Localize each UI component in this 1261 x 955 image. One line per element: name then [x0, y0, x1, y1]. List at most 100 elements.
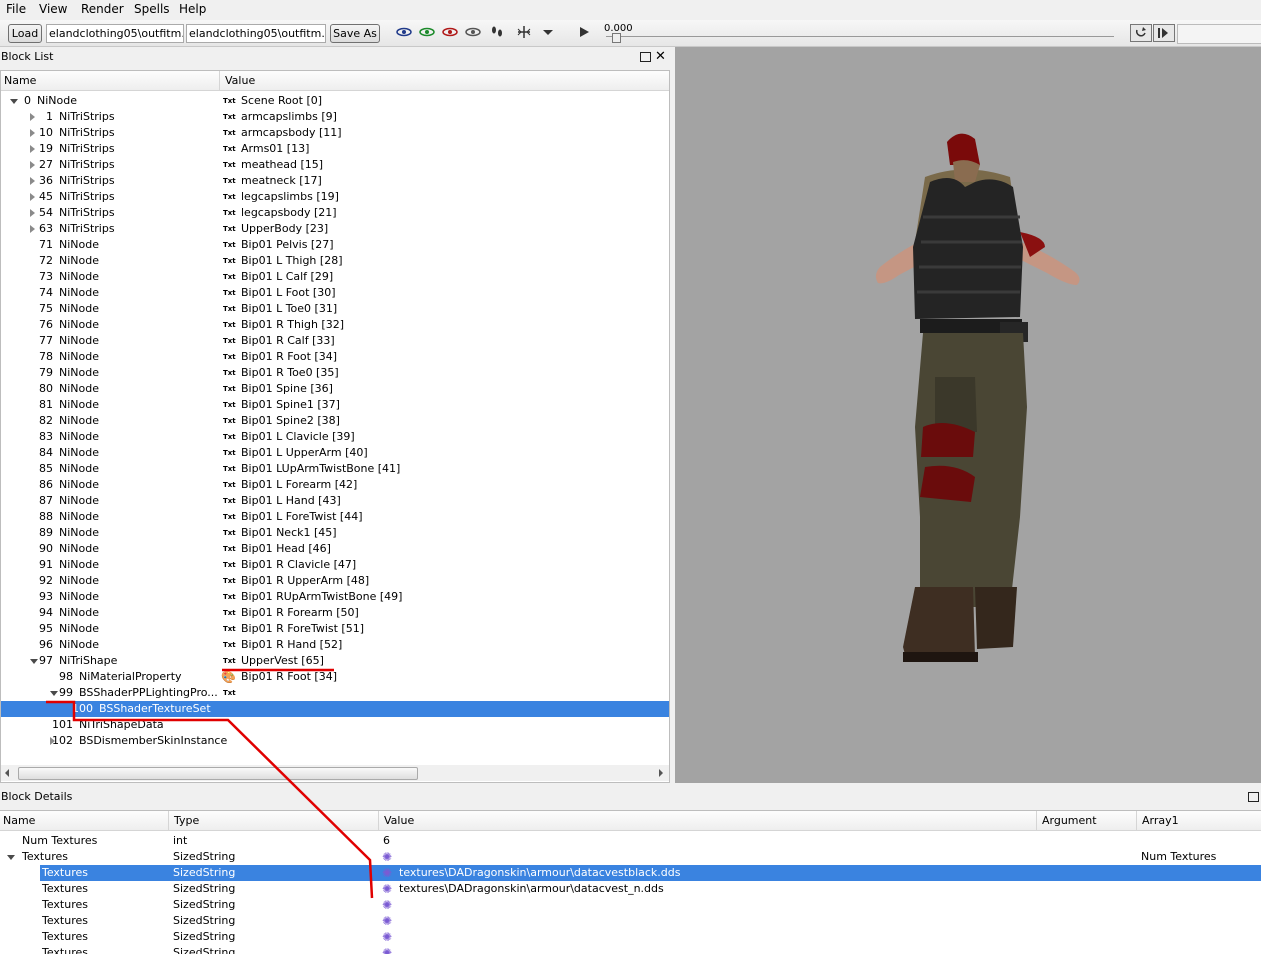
tree-row[interactable]: 73 NiNode Txt Bip01 L Calf [29]	[1, 269, 669, 285]
timeline-slider[interactable]	[606, 36, 1114, 37]
scroll-left-icon[interactable]	[5, 769, 9, 777]
load-path-field[interactable]: elandclothing05\outfitm.nif	[46, 24, 184, 43]
detail-row[interactable]: Textures SizedString ✺	[0, 913, 1261, 929]
tree-row[interactable]: 72 NiNode Txt Bip01 L Thigh [28]	[1, 253, 669, 269]
tree-row[interactable]: 63 NiTriStrips Txt UpperBody [23]	[1, 221, 669, 237]
tree-row[interactable]: 79 NiNode Txt Bip01 R Toe0 [35]	[1, 365, 669, 381]
tree-row[interactable]: 85 NiNode Txt Bip01 LUpArmTwistBone [41]	[1, 461, 669, 477]
menu-help[interactable]: Help	[179, 2, 206, 16]
tree-collapsed-icon[interactable]	[30, 193, 35, 201]
tree-row[interactable]: 89 NiNode Txt Bip01 Neck1 [45]	[1, 525, 669, 541]
detail-row[interactable]: Textures SizedString ✺	[0, 929, 1261, 945]
scroll-thumb[interactable]	[18, 767, 418, 780]
loop-icon[interactable]	[1130, 24, 1152, 42]
tree-expanded-icon[interactable]	[50, 691, 58, 696]
details-col-type[interactable]: Type	[174, 814, 199, 827]
tree-row[interactable]: 0 NiNode Txt Scene Root [0]	[1, 93, 669, 109]
tree-row[interactable]: 88 NiNode Txt Bip01 L ForeTwist [44]	[1, 509, 669, 525]
tree-row[interactable]: 86 NiNode Txt Bip01 L Forearm [42]	[1, 477, 669, 493]
tree-row[interactable]: 80 NiNode Txt Bip01 Spine [36]	[1, 381, 669, 397]
col-value-header[interactable]: Value	[225, 74, 255, 87]
tree-expanded-icon[interactable]	[7, 855, 15, 860]
details-col-array1[interactable]: Array1	[1142, 814, 1179, 827]
tree-collapsed-icon[interactable]	[30, 113, 35, 121]
tree-row[interactable]: 81 NiNode Txt Bip01 Spine1 [37]	[1, 397, 669, 413]
tree-row[interactable]: 100 BSShaderTextureSet	[1, 701, 669, 717]
details-col-argument[interactable]: Argument	[1042, 814, 1097, 827]
tree-collapsed-icon[interactable]	[30, 209, 35, 217]
tree-row[interactable]: 71 NiNode Txt Bip01 Pelvis [27]	[1, 237, 669, 253]
detail-row[interactable]: Textures SizedString ✺ textures\DADragonski…	[0, 865, 1261, 881]
tree-expanded-icon[interactable]	[10, 99, 18, 104]
tree-row[interactable]: 95 NiNode Txt Bip01 R ForeTwist [51]	[1, 621, 669, 637]
float-icon[interactable]	[640, 52, 651, 62]
tree-expanded-icon[interactable]	[30, 659, 38, 664]
tree-row[interactable]: 76 NiNode Txt Bip01 R Thigh [32]	[1, 317, 669, 333]
block-value: Arms01 [13]	[241, 142, 310, 155]
tree-row[interactable]: 90 NiNode Txt Bip01 Head [46]	[1, 541, 669, 557]
detail-row[interactable]: Num Textures int 6	[0, 833, 1261, 849]
menu-spells[interactable]: Spells	[134, 2, 170, 16]
play-icon[interactable]	[576, 25, 592, 39]
detail-row[interactable]: Textures SizedString ✺ textures\DADragonski…	[0, 881, 1261, 897]
footprints-icon[interactable]	[489, 25, 505, 39]
tree-row[interactable]: 101 NiTriShapeData	[1, 717, 669, 733]
tree-row[interactable]: 99 BSShaderPPLightingPro... Txt	[1, 685, 669, 701]
tree-collapsed-icon[interactable]	[30, 161, 35, 169]
tree-row[interactable]: 83 NiNode Txt Bip01 L Clavicle [39]	[1, 429, 669, 445]
menu-view[interactable]: View	[39, 2, 67, 16]
tree-row[interactable]: 98 NiMaterialProperty 🎨 Bip01 R Foot [34]	[1, 669, 669, 685]
tree-row[interactable]: 91 NiNode Txt Bip01 R Clavicle [47]	[1, 557, 669, 573]
tree-collapsed-icon[interactable]	[30, 145, 35, 153]
tree-row[interactable]: 74 NiNode Txt Bip01 L Foot [30]	[1, 285, 669, 301]
tree-collapsed-icon[interactable]	[30, 225, 35, 233]
tree-row[interactable]: 10 NiTriStrips Txt armcapsbody [11]	[1, 125, 669, 141]
details-col-value[interactable]: Value	[384, 814, 414, 827]
load-button[interactable]: Load	[8, 24, 42, 43]
save-as-button[interactable]: Save As	[330, 24, 380, 43]
tree-row[interactable]: 36 NiTriStrips Txt meatneck [17]	[1, 173, 669, 189]
tree-collapsed-icon[interactable]	[30, 177, 35, 185]
tree-row[interactable]: 93 NiNode Txt Bip01 RUpArmTwistBone [49]	[1, 589, 669, 605]
tree-row[interactable]: 77 NiNode Txt Bip01 R Calf [33]	[1, 333, 669, 349]
tree-row[interactable]: 27 NiTriStrips Txt meathead [15]	[1, 157, 669, 173]
details-float-icon[interactable]	[1248, 792, 1259, 802]
block-index: 72	[39, 254, 53, 267]
tree-row[interactable]: 82 NiNode Txt Bip01 Spine2 [38]	[1, 413, 669, 429]
horizontal-scrollbar[interactable]	[1, 765, 669, 781]
step-icon[interactable]	[1153, 24, 1175, 42]
tree-row[interactable]: 78 NiNode Txt Bip01 R Foot [34]	[1, 349, 669, 365]
tree-row[interactable]: 45 NiTriStrips Txt legcapslimbs [19]	[1, 189, 669, 205]
menu-file[interactable]: File	[6, 2, 26, 16]
timeline-handle[interactable]	[612, 33, 621, 43]
tree-row[interactable]: 19 NiTriStrips Txt Arms01 [13]	[1, 141, 669, 157]
tree-row[interactable]: 84 NiNode Txt Bip01 L UpperArm [40]	[1, 445, 669, 461]
details-col-name[interactable]: Name	[3, 814, 35, 827]
render-viewport[interactable]	[675, 47, 1261, 783]
close-icon[interactable]: ✕	[655, 49, 666, 64]
detail-row[interactable]: Textures SizedString ✺	[0, 945, 1261, 954]
tree-row[interactable]: 87 NiNode Txt Bip01 L Hand [43]	[1, 493, 669, 509]
eye-red-icon[interactable]	[442, 25, 458, 39]
tree-row[interactable]: 97 NiTriShape Txt UpperVest [65]	[1, 653, 669, 669]
tree-collapsed-icon[interactable]	[30, 129, 35, 137]
tree-row[interactable]: 96 NiNode Txt Bip01 R Hand [52]	[1, 637, 669, 653]
save-path-field[interactable]: elandclothing05\outfitm.nif	[186, 24, 326, 43]
eye-blue-icon[interactable]	[396, 25, 412, 39]
axis-icon[interactable]	[516, 25, 532, 39]
eye-gray-icon[interactable]	[465, 25, 481, 39]
tree-row[interactable]: 1 NiTriStrips Txt armcapslimbs [9]	[1, 109, 669, 125]
tree-row[interactable]: 54 NiTriStrips Txt legcapsbody [21]	[1, 205, 669, 221]
col-name-header[interactable]: Name	[4, 74, 36, 87]
animation-combo[interactable]	[1177, 24, 1261, 44]
tree-row[interactable]: 102 BSDismemberSkinInstance	[1, 733, 669, 749]
scroll-right-icon[interactable]	[659, 769, 663, 777]
chevron-down-icon[interactable]	[540, 25, 556, 39]
tree-row[interactable]: 94 NiNode Txt Bip01 R Forearm [50]	[1, 605, 669, 621]
detail-row[interactable]: Textures SizedString ✺	[0, 897, 1261, 913]
menu-render[interactable]: Render	[81, 2, 124, 16]
tree-row[interactable]: 75 NiNode Txt Bip01 L Toe0 [31]	[1, 301, 669, 317]
tree-row[interactable]: 92 NiNode Txt Bip01 R UpperArm [48]	[1, 573, 669, 589]
detail-row[interactable]: Textures SizedString ✺ Num Textures	[0, 849, 1261, 865]
eye-green-icon[interactable]	[419, 25, 435, 39]
